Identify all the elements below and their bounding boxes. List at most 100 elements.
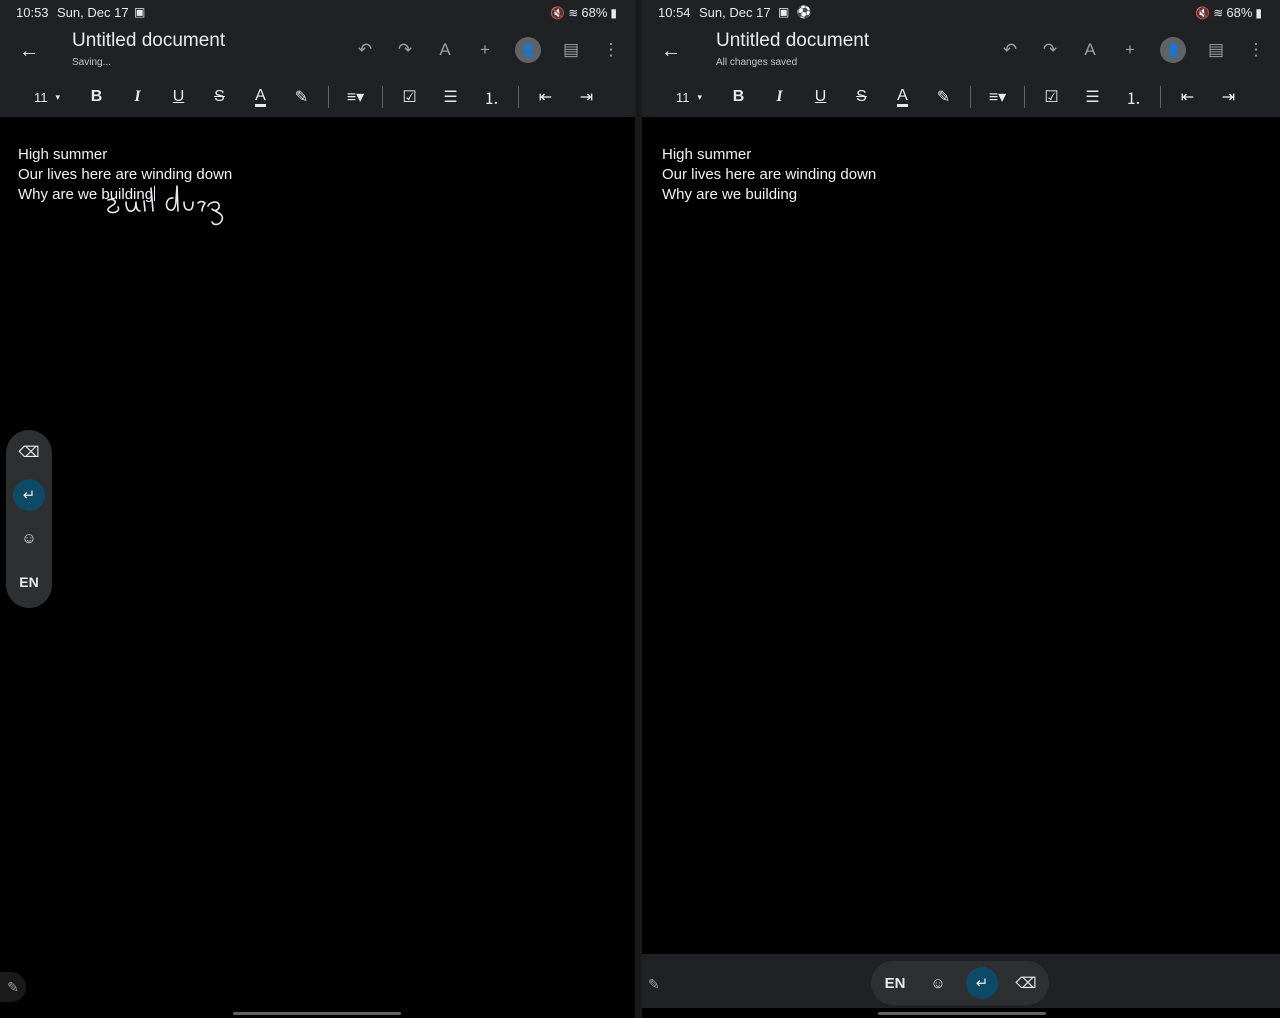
font-size-select[interactable]: 11 ▾	[664, 85, 718, 109]
text-format-icon[interactable]: A	[435, 40, 455, 60]
more-icon[interactable]: ⋮	[1246, 40, 1266, 60]
bulleted-list-icon[interactable]: ☰	[430, 85, 471, 109]
document-body[interactable]: High summer Our lives here are winding d…	[662, 145, 876, 205]
checklist-icon[interactable]: ☑	[1031, 85, 1072, 109]
status-time: 10:54	[658, 5, 691, 20]
comment-icon[interactable]: ▤	[1206, 40, 1226, 60]
navigation-handle[interactable]	[233, 1012, 401, 1015]
back-button[interactable]: ←	[14, 36, 44, 66]
document-title[interactable]: Untitled document	[72, 30, 225, 52]
numbered-list-icon[interactable]: ⒈	[1113, 85, 1154, 109]
language-button[interactable]: EN	[879, 967, 911, 999]
split-divider[interactable]	[635, 0, 642, 1018]
emoji-icon[interactable]: ☺	[922, 967, 954, 999]
underline-button[interactable]: U	[800, 85, 841, 109]
save-status: Saving...	[72, 57, 111, 68]
text-color-button[interactable]: A	[240, 85, 281, 109]
text-color-icon: A	[255, 87, 266, 107]
toolbar-divider	[1024, 86, 1025, 108]
notification-icons: ▣ ⚽	[778, 5, 814, 19]
font-size-value: 11	[34, 89, 48, 105]
status-date: Sun, Dec 17	[699, 5, 771, 20]
left-screen: 10:53 Sun, Dec 17 ▣ 🔇 ≋ 68% ▮ ← Untitled…	[0, 0, 635, 1018]
status-time: 10:53	[16, 5, 49, 20]
keyboard-pill: EN ☺ ↵ ⌫	[871, 961, 1049, 1005]
increase-indent-icon[interactable]: ⇥	[566, 85, 607, 109]
battery-level: 68%	[1226, 5, 1253, 20]
bulleted-list-icon[interactable]: ☰	[1072, 85, 1113, 109]
toolbar-divider	[970, 86, 971, 108]
keyboard-toolbar: ✎ EN ☺ ↵ ⌫	[642, 954, 1280, 1008]
strikethrough-button[interactable]: S	[199, 85, 240, 109]
navigation-handle[interactable]	[878, 1012, 1046, 1015]
emoji-icon[interactable]: ☺	[13, 522, 45, 554]
status-bar: 10:53 Sun, Dec 17 ▣ 🔇 ≋ 68% ▮	[0, 0, 635, 24]
insert-icon[interactable]: +	[1120, 40, 1140, 60]
language-button[interactable]: EN	[13, 566, 45, 598]
redo-icon[interactable]: ↷	[395, 40, 415, 60]
align-icon[interactable]: ≡▾	[335, 85, 376, 109]
app-header: 10:54 Sun, Dec 17 ▣ ⚽ 🔇 ≋ 68% ▮ ← Untitl…	[642, 0, 1280, 117]
highlight-icon[interactable]: ✎	[923, 85, 964, 109]
text-format-icon[interactable]: A	[1080, 40, 1100, 60]
decrease-indent-icon[interactable]: ⇤	[1167, 85, 1208, 109]
undo-icon[interactable]: ↶	[1000, 40, 1020, 60]
chevron-down-icon: ▾	[55, 91, 61, 102]
redo-icon[interactable]: ↷	[1040, 40, 1060, 60]
battery-icon: ▮	[610, 5, 617, 20]
text-line: High summer	[18, 146, 108, 163]
decrease-indent-icon[interactable]: ⇤	[525, 85, 566, 109]
numbered-list-icon[interactable]: ⒈	[471, 85, 512, 109]
handwriting-stroke	[107, 185, 224, 226]
toolbar-divider	[1160, 86, 1161, 108]
enter-icon[interactable]: ↵	[13, 479, 45, 511]
align-icon[interactable]: ≡▾	[977, 85, 1018, 109]
format-toolbar: 11 ▾ B I U S A ✎ ≡▾ ☑ ☰ ⒈ ⇤ ⇥	[664, 84, 1249, 110]
font-size-select[interactable]: 11 ▾	[22, 85, 76, 109]
status-right: 🔇 ≋ 68% ▮	[550, 5, 617, 20]
document-title[interactable]: Untitled document	[716, 30, 869, 52]
italic-button[interactable]: I	[759, 85, 800, 109]
mute-wifi-icons: 🔇 ≋	[550, 5, 579, 20]
undo-icon[interactable]: ↶	[355, 40, 375, 60]
comment-icon[interactable]: ▤	[561, 40, 581, 60]
share-icon[interactable]: 👤	[515, 37, 541, 63]
toolbar-divider	[328, 86, 329, 108]
italic-button[interactable]: I	[117, 85, 158, 109]
status-right: 🔇 ≋ 68% ▮	[1195, 5, 1262, 20]
text-color-button[interactable]: A	[882, 85, 923, 109]
format-toolbar: 11 ▾ B I U S A ✎ ≡▾ ☑ ☰ ⒈ ⇤ ⇥	[22, 84, 607, 110]
notification-icons: ▣	[134, 5, 148, 19]
toolbar-divider	[382, 86, 383, 108]
bold-button[interactable]: B	[76, 85, 117, 109]
highlight-icon[interactable]: ✎	[281, 85, 322, 109]
battery-level: 68%	[581, 5, 608, 20]
save-status: All changes saved	[716, 57, 798, 68]
text-line: Why are we building	[662, 186, 798, 203]
text-line: Our lives here are winding down	[662, 166, 877, 183]
app-header: 10:53 Sun, Dec 17 ▣ 🔇 ≋ 68% ▮ ← Untitled…	[0, 0, 635, 117]
backspace-icon[interactable]: ⌫	[13, 436, 45, 468]
battery-icon: ▮	[1255, 5, 1262, 20]
status-date: Sun, Dec 17	[57, 5, 129, 20]
underline-button[interactable]: U	[158, 85, 199, 109]
backspace-icon[interactable]: ⌫	[1010, 967, 1042, 999]
enter-icon[interactable]: ↵	[966, 967, 998, 999]
right-screen: 10:54 Sun, Dec 17 ▣ ⚽ 🔇 ≋ 68% ▮ ← Untitl…	[642, 0, 1280, 1018]
strikethrough-button[interactable]: S	[841, 85, 882, 109]
share-icon[interactable]: 👤	[1160, 37, 1186, 63]
back-button[interactable]: ←	[656, 36, 686, 66]
insert-icon[interactable]: +	[475, 40, 495, 60]
pen-icon[interactable]: ✎	[0, 972, 26, 1002]
top-actions: ↶ ↷ A + 👤 ▤ ⋮	[1000, 36, 1266, 64]
status-bar: 10:54 Sun, Dec 17 ▣ ⚽ 🔇 ≋ 68% ▮	[642, 0, 1280, 24]
floating-keyboard-toolbar: ⌫ ↵ ☺ EN	[6, 430, 52, 608]
more-icon[interactable]: ⋮	[601, 40, 621, 60]
increase-indent-icon[interactable]: ⇥	[1208, 85, 1249, 109]
chevron-down-icon: ▾	[697, 91, 703, 102]
pen-icon[interactable]: ✎	[648, 976, 660, 993]
toolbar-divider	[518, 86, 519, 108]
font-size-value: 11	[676, 89, 690, 105]
bold-button[interactable]: B	[718, 85, 759, 109]
checklist-icon[interactable]: ☑	[389, 85, 430, 109]
